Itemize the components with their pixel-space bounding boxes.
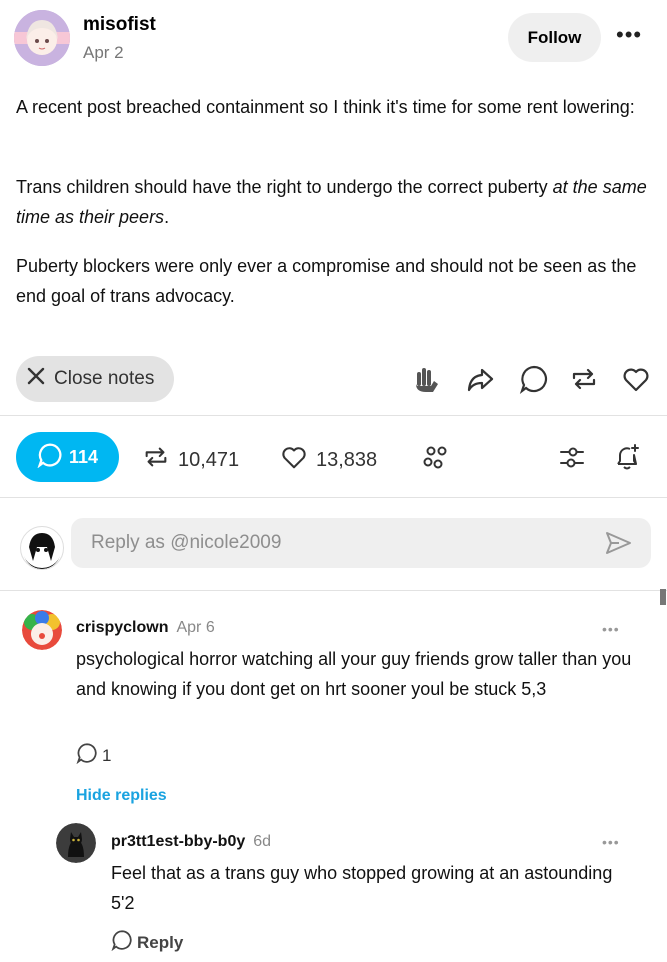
comment-text: Feel that as a trans guy who stopped gro…: [111, 863, 613, 913]
author-name[interactable]: misofist: [83, 14, 156, 36]
divider: [0, 415, 667, 416]
comment-icon[interactable]: [518, 363, 550, 395]
comment-icon: [111, 929, 133, 956]
divider: [0, 590, 667, 591]
comment-date: 6d: [253, 833, 272, 850]
comment-header: pr3tt1est-bby-b0y 6d: [111, 833, 271, 851]
author-avatar[interactable]: [14, 10, 70, 66]
reblogs-count: 10,471: [178, 448, 240, 471]
replies-count-button[interactable]: 114: [16, 432, 119, 482]
heart-icon: [280, 443, 308, 477]
heart-icon[interactable]: [620, 363, 652, 395]
filter-settings-icon[interactable]: [556, 441, 588, 473]
close-icon: [26, 366, 46, 392]
close-notes-label: Close notes: [54, 368, 155, 389]
post-paragraph-1: A recent post breached containment so I …: [16, 97, 635, 117]
close-notes-button[interactable]: Close notes: [16, 356, 174, 402]
comment-reply-count-button[interactable]: 1: [76, 742, 111, 769]
post-paragraph-2: Trans children should have the right to …: [16, 172, 656, 232]
post-date[interactable]: Apr 2: [83, 43, 124, 63]
scrollbar-thumb[interactable]: [660, 589, 666, 605]
user-avatar: [20, 526, 64, 570]
comment-author[interactable]: crispyclown: [76, 619, 168, 637]
likes-count: 13,838: [316, 448, 378, 471]
notification-bell-icon[interactable]: [611, 441, 643, 473]
reblog-icon: [142, 443, 170, 477]
replies-count: 114: [68, 446, 99, 467]
commenter-avatar[interactable]: [22, 610, 62, 650]
comment-icon: [37, 442, 63, 473]
comment-reply-count: 1: [102, 745, 112, 765]
post-paragraph-2-text: Trans children should have the right to …: [16, 177, 553, 197]
reply-input[interactable]: [71, 518, 651, 568]
reblogs-count-button[interactable]: 10,471: [142, 443, 239, 477]
commenter-avatar[interactable]: [56, 823, 96, 863]
comment-text: psychological horror watching all your g…: [76, 649, 632, 699]
comment-more-icon[interactable]: •••: [602, 621, 620, 637]
divider: [0, 497, 667, 498]
reply-button[interactable]: Reply: [111, 929, 183, 956]
comment-icon: [76, 742, 98, 769]
comment-author[interactable]: pr3tt1est-bby-b0y: [111, 833, 245, 851]
post-paragraph-2-end: .: [164, 207, 170, 227]
reblog-icon[interactable]: [568, 363, 600, 395]
follow-button[interactable]: Follow: [508, 13, 601, 62]
send-icon[interactable]: [602, 527, 634, 559]
reply-label: Reply: [137, 932, 184, 952]
community-icon[interactable]: [420, 441, 452, 473]
share-icon[interactable]: [464, 363, 496, 395]
wave-hand-icon[interactable]: [410, 363, 442, 395]
post-paragraph-3: Puberty blockers were only ever a compro…: [16, 256, 637, 306]
likes-count-button[interactable]: 13,838: [280, 443, 377, 477]
more-options-icon[interactable]: •••: [616, 22, 642, 48]
comment-date: Apr 6: [176, 619, 215, 636]
comment-more-icon[interactable]: •••: [602, 834, 620, 850]
comment-header: crispyclown Apr 6: [76, 619, 215, 637]
hide-replies-link[interactable]: Hide replies: [76, 787, 167, 805]
